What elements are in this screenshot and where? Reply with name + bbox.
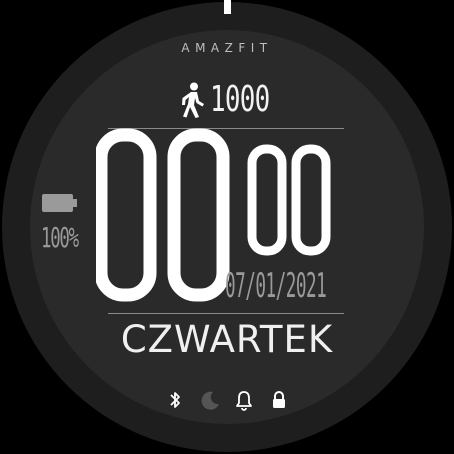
bottom-divider xyxy=(108,313,344,314)
steps-widget[interactable]: 1000 xyxy=(178,80,293,120)
steps-count: 1000 xyxy=(210,79,270,120)
minute-digit-1 xyxy=(247,144,287,256)
moon-icon xyxy=(199,389,221,411)
hour-digit-2 xyxy=(167,128,230,302)
status-bar xyxy=(164,388,290,412)
brand-logo: AMAZFIT xyxy=(181,41,273,55)
battery-icon xyxy=(42,194,77,212)
bluetooth-icon xyxy=(164,389,186,411)
weekday-label: CZWARTEK xyxy=(120,318,334,361)
hour-digit-1 xyxy=(96,128,157,302)
lock-icon xyxy=(268,389,290,411)
minutes-text: 00 xyxy=(247,144,249,145)
walking-person-icon xyxy=(182,82,204,118)
date-display: 07/01/2021 xyxy=(225,266,327,306)
bell-icon xyxy=(233,389,255,411)
minutes-display: 00 xyxy=(247,144,331,256)
hours-display: 00 xyxy=(96,126,230,302)
battery-percentage: 100% xyxy=(41,221,79,254)
hours-text: 00 xyxy=(96,126,98,127)
twelve-oclock-marker xyxy=(224,0,231,14)
minute-digit-2 xyxy=(291,144,331,256)
